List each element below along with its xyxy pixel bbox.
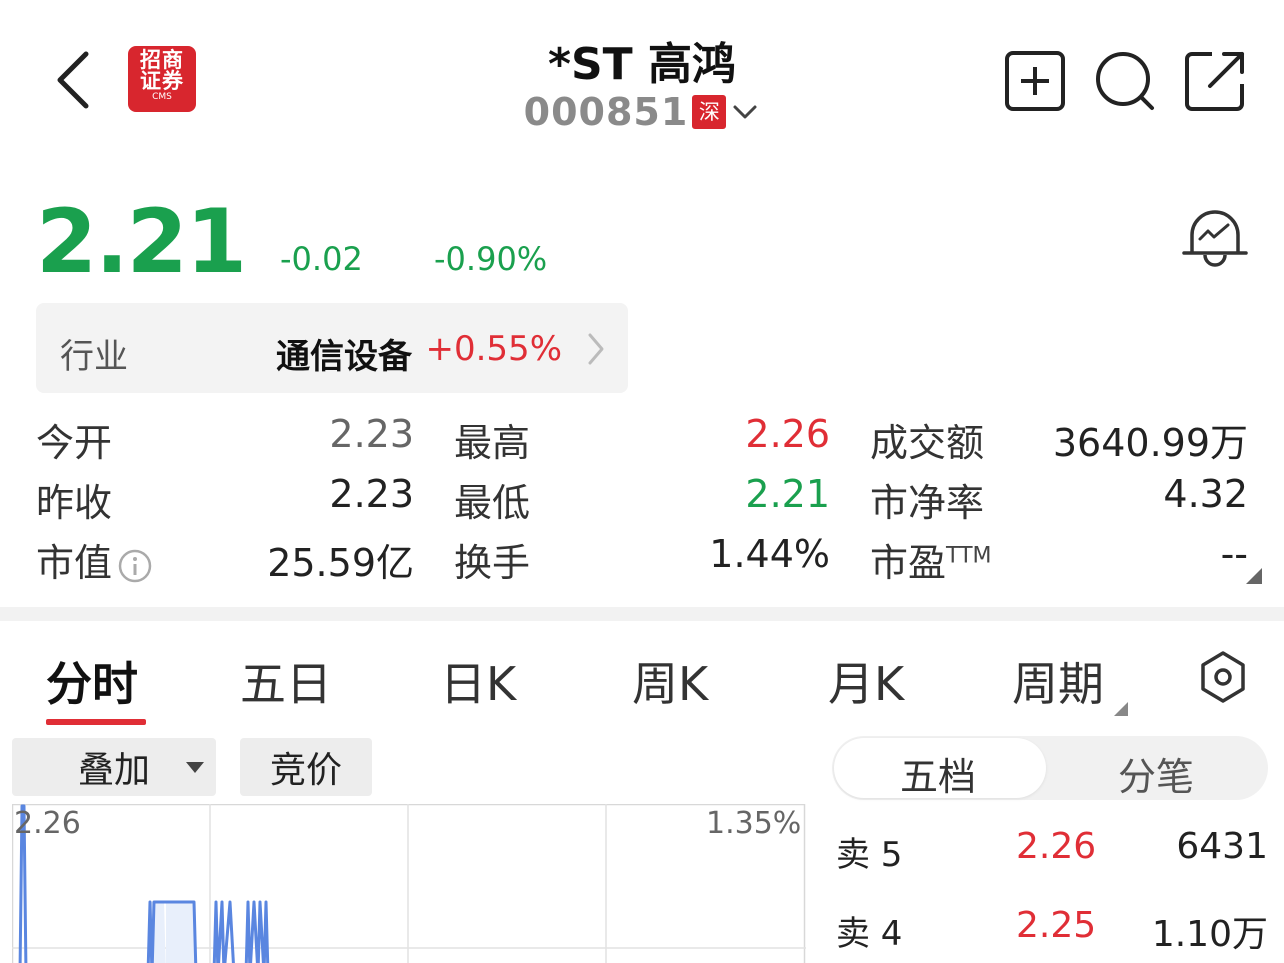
period-dropdown-icon bbox=[1114, 702, 1128, 716]
market-cap-label-wrap: 市值 bbox=[36, 532, 152, 587]
high-label: 最高 bbox=[454, 421, 531, 465]
market-cap-label: 市值 bbox=[36, 541, 113, 585]
open-label: 今开 bbox=[36, 421, 113, 465]
ask5-label: 卖 5 bbox=[836, 835, 903, 875]
overlay-label: 叠加 bbox=[77, 750, 150, 791]
low-label: 最低 bbox=[454, 481, 531, 525]
caret-down-icon bbox=[186, 762, 204, 773]
turnover-rate-value: 1.44% bbox=[709, 532, 830, 576]
last-price: 2.21 bbox=[36, 190, 247, 293]
turnover-amount-label: 成交额 bbox=[870, 421, 985, 465]
chevron-down-icon bbox=[733, 105, 757, 119]
tab-intraday[interactable]: 分时 bbox=[46, 648, 138, 714]
logo-line1: 招商 bbox=[140, 48, 184, 72]
chevron-right-icon bbox=[588, 333, 604, 365]
open-value: 2.23 bbox=[329, 412, 414, 456]
logo-line3: CMS bbox=[152, 92, 172, 102]
expand-corner-icon[interactable] bbox=[1246, 568, 1262, 584]
auction-button[interactable]: 竞价 bbox=[240, 738, 372, 796]
tab-five-day[interactable]: 五日 bbox=[240, 648, 332, 714]
tab-monthly-k[interactable]: 月K bbox=[828, 648, 904, 714]
chart-settings-icon[interactable] bbox=[1198, 650, 1248, 704]
section-divider bbox=[0, 607, 1284, 621]
stock-name: *ST 高鸿 bbox=[547, 39, 737, 90]
prev-close-value: 2.23 bbox=[329, 472, 414, 516]
price-change-pct: -0.90% bbox=[434, 240, 548, 278]
auction-label: 竞价 bbox=[269, 750, 342, 791]
ask4-price: 2.25 bbox=[1016, 905, 1097, 946]
y-axis-max-pct-label: 1.35% bbox=[706, 806, 802, 841]
search-icon[interactable] bbox=[1094, 50, 1156, 112]
add-watchlist-icon[interactable] bbox=[1004, 50, 1066, 112]
pe-label-wrap: 市盈TTM bbox=[870, 532, 992, 587]
pb-value: 4.32 bbox=[1163, 472, 1248, 516]
pe-ttm-sup: TTM bbox=[946, 543, 992, 569]
segment-tick-trades[interactable]: 分笔 bbox=[1118, 746, 1194, 801]
tab-period[interactable]: 周期 bbox=[1012, 648, 1104, 714]
pe-label: 市盈 bbox=[870, 541, 947, 585]
tab-weekly-k[interactable]: 周K bbox=[632, 648, 708, 714]
price-alert-bell-icon[interactable] bbox=[1180, 205, 1250, 271]
ask5-volume: 6431 bbox=[1176, 826, 1268, 867]
pb-label: 市净率 bbox=[870, 481, 985, 525]
price-change: -0.02 bbox=[280, 240, 363, 278]
tab-daily-k[interactable]: 日K bbox=[440, 648, 516, 714]
prev-close-label: 昨收 bbox=[36, 481, 113, 525]
back-icon[interactable] bbox=[50, 48, 100, 112]
price-area-fill bbox=[150, 902, 196, 963]
y-axis-max-label: 2.26 bbox=[14, 806, 81, 841]
turnover-rate-label: 换手 bbox=[454, 541, 531, 585]
stock-code-row[interactable]: 000851 深 bbox=[442, 90, 842, 134]
broker-logo: 招商 证券 CMS bbox=[128, 46, 196, 112]
industry-label: 行业 bbox=[60, 337, 128, 377]
industry-row[interactable]: 行业 通信设备 +0.55% bbox=[36, 303, 628, 393]
market-badge: 深 bbox=[692, 95, 727, 129]
ask5-price: 2.26 bbox=[1016, 826, 1097, 867]
turnover-amount-value: 3640.99万 bbox=[1052, 421, 1248, 465]
industry-change-pct: +0.55% bbox=[425, 329, 563, 369]
industry-name: 通信设备 bbox=[276, 337, 412, 377]
high-value: 2.26 bbox=[745, 412, 830, 456]
ask4-label: 卖 4 bbox=[836, 914, 903, 954]
share-icon[interactable] bbox=[1184, 50, 1246, 112]
stock-code: 000851 bbox=[523, 90, 689, 134]
low-value: 2.21 bbox=[745, 472, 830, 516]
intraday-chart[interactable] bbox=[12, 804, 806, 963]
orderbook-segment: 五档 分笔 bbox=[832, 736, 1268, 800]
tab-active-underline bbox=[46, 719, 146, 725]
segment-five-levels[interactable]: 五档 bbox=[900, 746, 976, 801]
ask4-volume: 1.10万 bbox=[1151, 914, 1268, 955]
logo-line2: 证券 bbox=[140, 69, 184, 93]
market-cap-value: 25.59亿 bbox=[267, 541, 414, 585]
overlay-dropdown[interactable]: 叠加 bbox=[12, 738, 216, 796]
pe-value: -- bbox=[1220, 532, 1248, 576]
info-icon[interactable] bbox=[118, 549, 152, 583]
